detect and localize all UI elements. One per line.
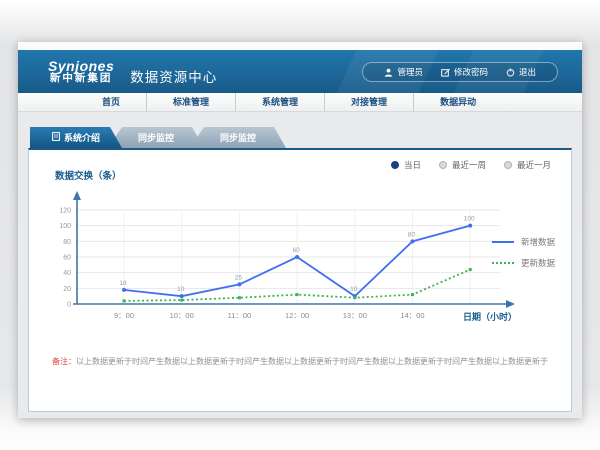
change-password-button[interactable]: 修改密码 [432, 65, 497, 79]
chart-panel: 当日 最近一周 最近一月 数据交换（条） 0204060801001209：00… [28, 148, 572, 412]
admin-user-label: 管理员 [397, 66, 423, 78]
admin-user-button[interactable]: 管理员 [375, 65, 432, 79]
svg-text:80: 80 [408, 231, 416, 238]
document-icon [52, 132, 60, 143]
radio-icon [504, 161, 512, 169]
filter-last-week[interactable]: 最近一周 [439, 159, 486, 171]
power-icon [506, 68, 515, 77]
tab-sync-monitor-2[interactable]: 同步监控 [190, 127, 286, 148]
svg-text:14：00: 14：00 [400, 311, 424, 320]
svg-text:60: 60 [63, 255, 71, 262]
nav-item-data-change[interactable]: 数据异动 [413, 93, 502, 111]
logout-label: 退出 [519, 66, 536, 78]
user-menu: 管理员 修改密码 退出 [362, 62, 558, 82]
footnote-prefix: 备注： [52, 357, 76, 366]
svg-text:80: 80 [63, 239, 71, 246]
logo: Synjones 新中新集团 [48, 59, 114, 85]
chart-x-axis-title: 日期（小时） [463, 311, 517, 322]
svg-text:18: 18 [119, 280, 127, 287]
svg-text:13：00: 13：00 [343, 311, 367, 320]
user-icon [384, 68, 393, 77]
svg-text:10: 10 [350, 286, 358, 293]
nav-item-standard-mgmt[interactable]: 标准管理 [146, 93, 235, 111]
footnote: 备注：以上数据更新于时间产生数据以上数据更新于时间产生数据以上数据更新于时间产生… [29, 356, 571, 367]
svg-text:10：00: 10：00 [170, 311, 194, 320]
radio-icon [439, 161, 447, 169]
app-title: 数据资源中心 [130, 66, 217, 86]
tab-sync-monitor-2-label: 同步监控 [220, 131, 256, 144]
tab-sync-monitor-1-label: 同步监控 [138, 131, 174, 144]
tab-sync-monitor-1[interactable]: 同步监控 [108, 127, 204, 148]
time-range-filter: 当日 最近一周 最近一月 [391, 159, 551, 171]
legend-item-new-data[interactable]: 新增数据 [492, 236, 555, 248]
svg-text:60: 60 [292, 247, 300, 254]
filter-last-week-label: 最近一周 [452, 159, 486, 171]
filter-last-month-label: 最近一月 [517, 159, 551, 171]
svg-text:9：00: 9：00 [114, 311, 134, 320]
svg-text:100: 100 [464, 216, 475, 223]
filter-last-month[interactable]: 最近一月 [504, 159, 551, 171]
tab-bar: 系统介绍 同步监控 同步监控 [30, 127, 572, 148]
svg-text:40: 40 [63, 270, 71, 277]
nav-item-interface-mgmt[interactable]: 对接管理 [324, 93, 413, 111]
change-password-label: 修改密码 [454, 66, 488, 78]
svg-text:11：00: 11：00 [228, 311, 252, 320]
svg-text:20: 20 [63, 286, 71, 293]
radio-selected-icon [391, 161, 399, 169]
app-window: Synjones 新中新集团 数据资源中心 管理员 修改密码 退出 [18, 42, 582, 418]
svg-text:12：00: 12：00 [285, 311, 309, 320]
legend-item-update-data[interactable]: 更新数据 [492, 257, 555, 269]
tab-system-intro[interactable]: 系统介绍 [30, 127, 122, 148]
footnote-text: 以上数据更新于时间产生数据以上数据更新于时间产生数据以上数据更新于时间产生数据以… [76, 357, 548, 366]
filter-today[interactable]: 当日 [391, 159, 421, 171]
logout-button[interactable]: 退出 [497, 65, 545, 79]
svg-text:100: 100 [59, 223, 71, 230]
svg-text:120: 120 [59, 208, 71, 215]
tab-system-intro-label: 系统介绍 [64, 131, 100, 144]
window-top-strip [18, 42, 582, 50]
chart-legend: 新增数据 更新数据 [492, 236, 555, 269]
svg-text:25: 25 [235, 274, 243, 281]
svg-text:0: 0 [67, 302, 71, 309]
svg-text:10: 10 [177, 286, 185, 293]
edit-icon [441, 68, 450, 77]
legend-update-data-label: 更新数据 [521, 257, 555, 269]
nav-item-home[interactable]: 首页 [76, 93, 146, 111]
filter-today-label: 当日 [404, 159, 421, 171]
solid-line-swatch [492, 241, 514, 243]
line-chart: 0 20 40 60 80 100 120 9：00 10：00 11：00 12：00 13：00 1… [30, 178, 570, 342]
logo-text-cn: 新中新集团 [48, 73, 114, 84]
legend-new-data-label: 新增数据 [521, 236, 555, 248]
main-nav: 首页 标准管理 系统管理 对接管理 数据异动 [18, 93, 582, 112]
dotted-line-swatch [492, 262, 514, 264]
app-header: Synjones 新中新集团 数据资源中心 管理员 修改密码 退出 [18, 50, 582, 93]
content-area: 系统介绍 同步监控 同步监控 当日 最近一周 [18, 112, 582, 418]
nav-item-system-mgmt[interactable]: 系统管理 [235, 93, 324, 111]
